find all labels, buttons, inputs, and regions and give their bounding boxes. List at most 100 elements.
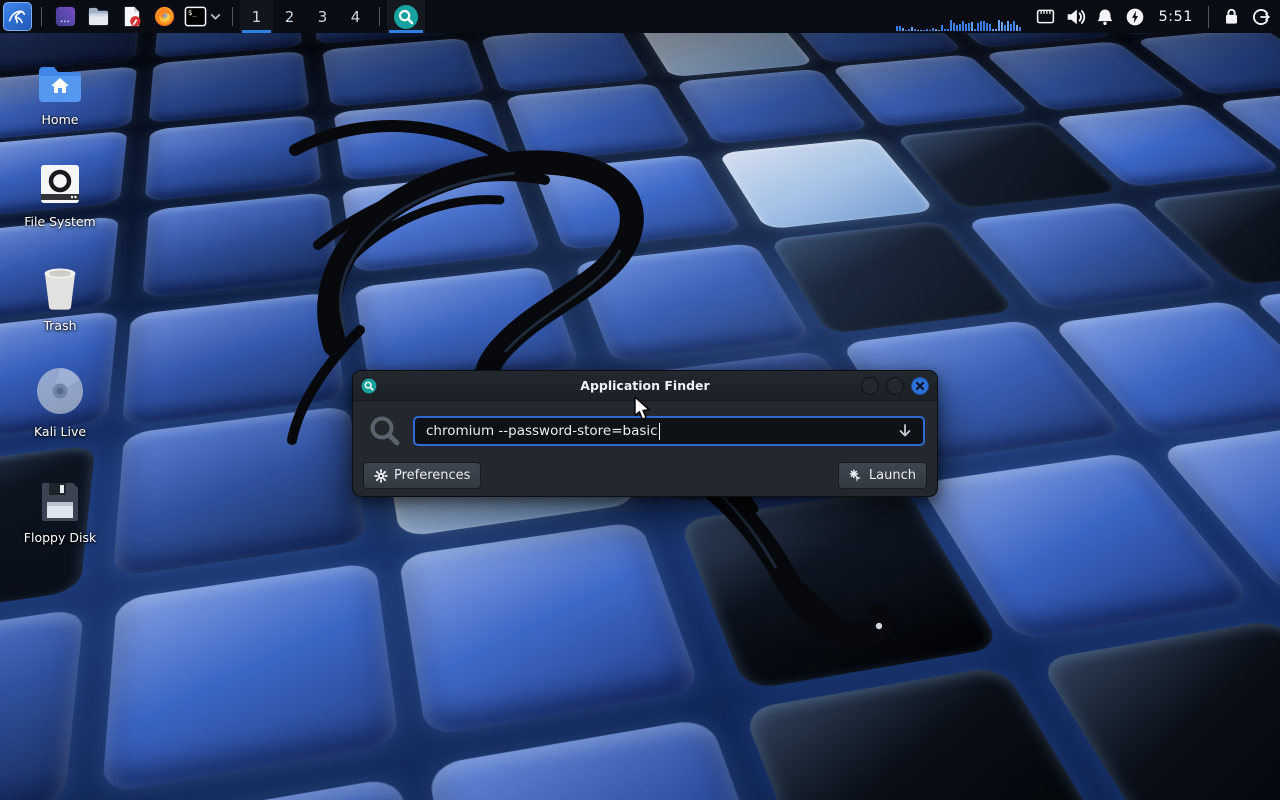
graph-bar bbox=[923, 30, 925, 31]
graph-bar bbox=[932, 28, 934, 31]
notifications-bell-icon bbox=[1095, 7, 1115, 27]
panel-separator bbox=[379, 7, 380, 26]
workspace-button-4[interactable]: 4 bbox=[339, 0, 372, 33]
applications-menu-button[interactable] bbox=[0, 0, 34, 33]
graph-bar bbox=[914, 29, 916, 31]
launcher-terminal-emulator[interactable]: $_ bbox=[181, 0, 225, 33]
desktop-icon-home[interactable]: Home bbox=[12, 56, 108, 127]
preferences-button-label: Preferences bbox=[394, 468, 470, 483]
volume-icon bbox=[1064, 6, 1086, 28]
taskbar-window-application-finder[interactable] bbox=[387, 0, 425, 33]
close-icon bbox=[915, 381, 925, 391]
workspace-button-2[interactable]: 2 bbox=[273, 0, 306, 33]
graph-bar bbox=[977, 23, 979, 31]
desktop-icon-label: Kali Live bbox=[34, 424, 86, 439]
workspace-switcher: 1234 bbox=[240, 0, 372, 33]
command-input[interactable]: chromium --password-store=basic bbox=[413, 416, 925, 446]
graph-bar bbox=[974, 29, 976, 31]
desktop-icon-kali-live[interactable]: Kali Live bbox=[12, 368, 108, 439]
kali-menu-icon bbox=[3, 2, 32, 31]
firefox-icon bbox=[153, 5, 176, 28]
system-monitor-graph[interactable] bbox=[896, 0, 1024, 33]
desktop-icon-label: Home bbox=[42, 112, 79, 127]
chevron-down-icon[interactable] bbox=[209, 10, 222, 23]
terminal-emulator-icon: $_ bbox=[184, 5, 207, 28]
graph-bar bbox=[1013, 21, 1015, 31]
graph-bar bbox=[992, 29, 994, 31]
graph-bar bbox=[953, 23, 955, 31]
wallpaper-cube bbox=[112, 406, 366, 578]
launch-button[interactable]: Launch bbox=[838, 462, 927, 489]
graph-bar bbox=[938, 30, 940, 31]
wallpaper-cube bbox=[481, 26, 651, 93]
launch-button-label: Launch bbox=[869, 468, 916, 483]
graph-bar bbox=[986, 23, 988, 31]
dropdown-arrow-icon[interactable] bbox=[896, 422, 914, 440]
top-panel: $_ 1234 bbox=[0, 0, 1280, 33]
power-manager-icon bbox=[1125, 7, 1145, 27]
desktop-icon-file-system[interactable]: File System bbox=[12, 158, 108, 229]
wallpaper-cube bbox=[1037, 618, 1280, 800]
graph-bar bbox=[959, 24, 961, 31]
desktop-icon-trash[interactable]: Trash bbox=[12, 262, 108, 333]
command-input-value: chromium --password-store=basic bbox=[426, 423, 658, 439]
close-button[interactable] bbox=[911, 377, 929, 395]
minimize-button[interactable] bbox=[861, 377, 879, 395]
launcher-text-editor[interactable] bbox=[115, 0, 148, 33]
graph-bar bbox=[989, 24, 991, 31]
graph-bar bbox=[896, 26, 898, 31]
launcher-terminal-app[interactable] bbox=[49, 0, 82, 33]
terminal-app-icon bbox=[54, 5, 77, 28]
search-icon bbox=[367, 413, 403, 449]
titlebar[interactable]: Application Finder bbox=[353, 371, 937, 401]
wallpaper-cube bbox=[675, 69, 869, 145]
wallpaper-cube bbox=[505, 83, 692, 162]
wallpaper-cube bbox=[718, 137, 936, 229]
application-finder-icon bbox=[393, 4, 419, 30]
text-editor-icon bbox=[120, 5, 143, 28]
graph-bar bbox=[908, 29, 910, 31]
graph-bar bbox=[962, 21, 964, 31]
network-tray-button[interactable] bbox=[1030, 0, 1060, 33]
volume-tray-button[interactable] bbox=[1060, 0, 1090, 33]
graph-bar bbox=[905, 30, 907, 31]
desktop-icon-floppy-disk[interactable]: Floppy Disk bbox=[12, 474, 108, 545]
graph-bar bbox=[911, 27, 913, 31]
lock-screen-icon bbox=[1222, 7, 1241, 26]
wallpaper-cube bbox=[142, 192, 339, 298]
graph-bar bbox=[1004, 25, 1006, 31]
lock-screen-button[interactable] bbox=[1216, 0, 1246, 33]
graph-bar bbox=[971, 22, 973, 31]
graph-bar bbox=[1016, 25, 1018, 31]
desktop-icon-label: Floppy Disk bbox=[24, 530, 96, 545]
wallpaper-cube bbox=[398, 521, 702, 737]
panel-separator bbox=[232, 7, 233, 26]
panel-separator bbox=[1208, 6, 1209, 28]
trash-can-icon bbox=[39, 262, 81, 310]
workspace-button-1[interactable]: 1 bbox=[240, 0, 273, 33]
notifications-tray-button[interactable] bbox=[1090, 0, 1120, 33]
desktop-icon-label: File System bbox=[24, 214, 96, 229]
wallpaper-cube bbox=[0, 608, 84, 800]
workspace-button-3[interactable]: 3 bbox=[306, 0, 339, 33]
file-manager-icon bbox=[87, 5, 110, 28]
clock[interactable]: 5:51 bbox=[1150, 9, 1201, 25]
wallpaper-cube bbox=[533, 154, 742, 250]
graph-bar bbox=[1001, 22, 1003, 31]
hard-drive-icon bbox=[38, 158, 82, 206]
logout-button[interactable] bbox=[1246, 0, 1276, 33]
maximize-button[interactable] bbox=[886, 377, 904, 395]
launcher-firefox[interactable] bbox=[148, 0, 181, 33]
window-title: Application Finder bbox=[353, 378, 937, 393]
desktop-icon-label: Trash bbox=[43, 318, 76, 333]
graph-bar bbox=[899, 26, 901, 31]
preferences-button[interactable]: Preferences bbox=[363, 462, 481, 489]
home-folder-icon bbox=[37, 56, 83, 104]
power-manager-tray-button[interactable] bbox=[1120, 0, 1150, 33]
launcher-file-manager[interactable] bbox=[82, 0, 115, 33]
wallpaper-cube bbox=[102, 562, 400, 795]
graph-bar bbox=[968, 23, 970, 31]
graph-bar bbox=[902, 28, 904, 31]
graph-bar bbox=[980, 21, 982, 31]
text-caret bbox=[659, 423, 661, 440]
